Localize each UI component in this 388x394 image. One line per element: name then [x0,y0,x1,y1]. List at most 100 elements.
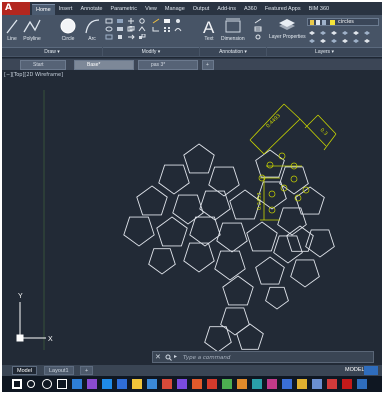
ribbon-tab-output[interactable]: Output [189,4,214,15]
layer-tool-icon[interactable] [341,30,349,36]
layer-tool-icon[interactable] [308,38,316,44]
table-icon[interactable] [254,26,262,32]
text-tool-button[interactable]: A Text [202,17,216,42]
drawing-area[interactable]: 0.4493 0.3 0.2453 Y X [2,70,382,365]
polyline-tool-button[interactable]: Polyline [22,17,42,42]
pentagon-shape[interactable] [255,256,285,285]
layer-tool-icon[interactable] [341,38,349,44]
taskbar-app-icon[interactable] [252,379,262,389]
pentagon-shape[interactable] [290,259,320,288]
layer-tool-icon[interactable] [319,30,327,36]
draw-panel-label[interactable]: Draw ▾ [2,47,102,56]
file-tab-base[interactable]: Base* [74,60,134,70]
dimension-tool-button[interactable]: Dimension [221,17,245,42]
grip-point[interactable] [290,175,298,183]
layer-tool-icon[interactable] [330,30,338,36]
taskbar-app-icon[interactable] [297,379,307,389]
pentagon-shape[interactable] [199,190,231,221]
modify-panel-label[interactable]: Modify ▾ [103,47,199,56]
ribbon-tab-annotate[interactable]: Annotate [76,4,106,15]
taskbar-file-explorer-icon[interactable] [132,379,142,389]
erase-icon[interactable] [163,18,171,24]
taskbar-app-icon[interactable] [192,379,202,389]
taskbar-app-icon[interactable] [207,379,217,389]
grip-point[interactable] [268,190,276,198]
taskbar-cortana-icon[interactable] [42,379,52,389]
new-tab-button[interactable]: + [202,60,214,70]
taskbar-ie-icon[interactable] [117,379,127,389]
layers-panel-label[interactable]: Layers ▾ [267,47,382,56]
array-icon[interactable] [163,26,171,32]
annotation-panel-label[interactable]: Annotation ▾ [200,47,266,56]
ribbon-tab-home[interactable]: Home [32,4,55,15]
pentagon-shape[interactable] [158,164,190,195]
viewport-controls[interactable]: [−][Top][2D Wireframe] [4,72,63,78]
pentagon-shape[interactable] [277,207,307,236]
pentagon-shape[interactable] [222,275,254,306]
grip-point[interactable] [278,152,286,160]
pentagon-shape[interactable] [220,307,250,336]
pentagon-shape[interactable] [204,326,232,353]
pentagon-shape[interactable] [229,189,261,220]
ribbon-tab-a360[interactable]: A360 [240,4,261,15]
grip-point[interactable] [268,206,276,214]
command-history-icon[interactable]: ▸ [174,353,177,360]
circle-tool-button[interactable]: Circle [60,17,76,42]
ribbon-tab-featured-apps[interactable]: Featured Apps [261,4,305,15]
taskbar-app-icon[interactable] [282,379,292,389]
layer-tool-icon[interactable] [363,38,371,44]
taskbar-task-view-icon[interactable] [57,379,67,389]
layout-tab-model[interactable]: Model [12,366,37,375]
new-layout-button[interactable]: + [80,366,94,375]
boundary-icon[interactable] [105,34,113,40]
ellipse-icon[interactable] [105,26,113,32]
grip-point[interactable] [266,161,274,169]
ribbon-tab-add-ins[interactable]: Add-ins [213,4,240,15]
pentagon-shape[interactable] [214,250,246,281]
mirror-icon[interactable] [138,26,146,32]
arc-tool-button[interactable]: Arc [84,17,100,42]
ribbon-tab-manage[interactable]: Manage [161,4,189,15]
taskbar-media-icon[interactable] [87,379,97,389]
ribbon-tab-insert[interactable]: Insert [55,4,77,15]
taskbar-app-icon[interactable] [162,379,172,389]
layer-tool-icon[interactable] [352,30,360,36]
taskbar-app-icon[interactable] [267,379,277,389]
hatch-icon[interactable] [116,18,124,24]
taskbar-app-icon[interactable] [327,379,337,389]
pentagon-shape[interactable] [172,194,204,225]
pentagon-shape[interactable] [265,286,289,310]
taskbar-app-icon[interactable] [222,379,232,389]
pentagon-shape[interactable] [148,248,176,275]
grid-display-button[interactable] [364,366,378,375]
command-input[interactable] [183,353,371,362]
layer-dropdown[interactable]: circles [307,18,379,26]
layout-tab-layout1[interactable]: Layout1 [44,366,74,375]
model-space-toggle[interactable]: MODEL [345,366,365,375]
rectangle-icon[interactable] [105,18,113,24]
offset-icon[interactable] [174,26,182,32]
pentagon-shape[interactable] [246,221,278,252]
layer-tool-icon[interactable] [352,38,360,44]
taskbar-windows-icon[interactable] [12,379,22,389]
pentagon-shape[interactable] [236,323,264,350]
move-icon[interactable] [127,18,135,24]
layer-tool-icon[interactable] [308,30,316,36]
taskbar-app-icon[interactable] [177,379,187,389]
ribbon-tab-view[interactable]: View [141,4,161,15]
pentagon-shape[interactable] [189,216,221,247]
taskbar-app-icon[interactable] [357,379,367,389]
trim-icon[interactable] [152,18,160,24]
taskbar-app-icon[interactable] [237,379,247,389]
rotate-icon[interactable] [138,18,146,24]
pentagon-shape[interactable] [305,229,335,258]
gradient-icon[interactable] [116,26,124,32]
stretch-icon[interactable] [127,34,135,40]
taskbar-store-icon[interactable] [72,379,82,389]
pentagon-tessellation[interactable] [123,143,335,353]
ribbon-tab-parametric[interactable]: Parametric [106,4,141,15]
layer-tool-icon[interactable] [330,38,338,44]
pentagon-shape[interactable] [286,225,314,252]
search-icon[interactable] [165,354,172,361]
pentagon-shape[interactable] [216,222,248,253]
